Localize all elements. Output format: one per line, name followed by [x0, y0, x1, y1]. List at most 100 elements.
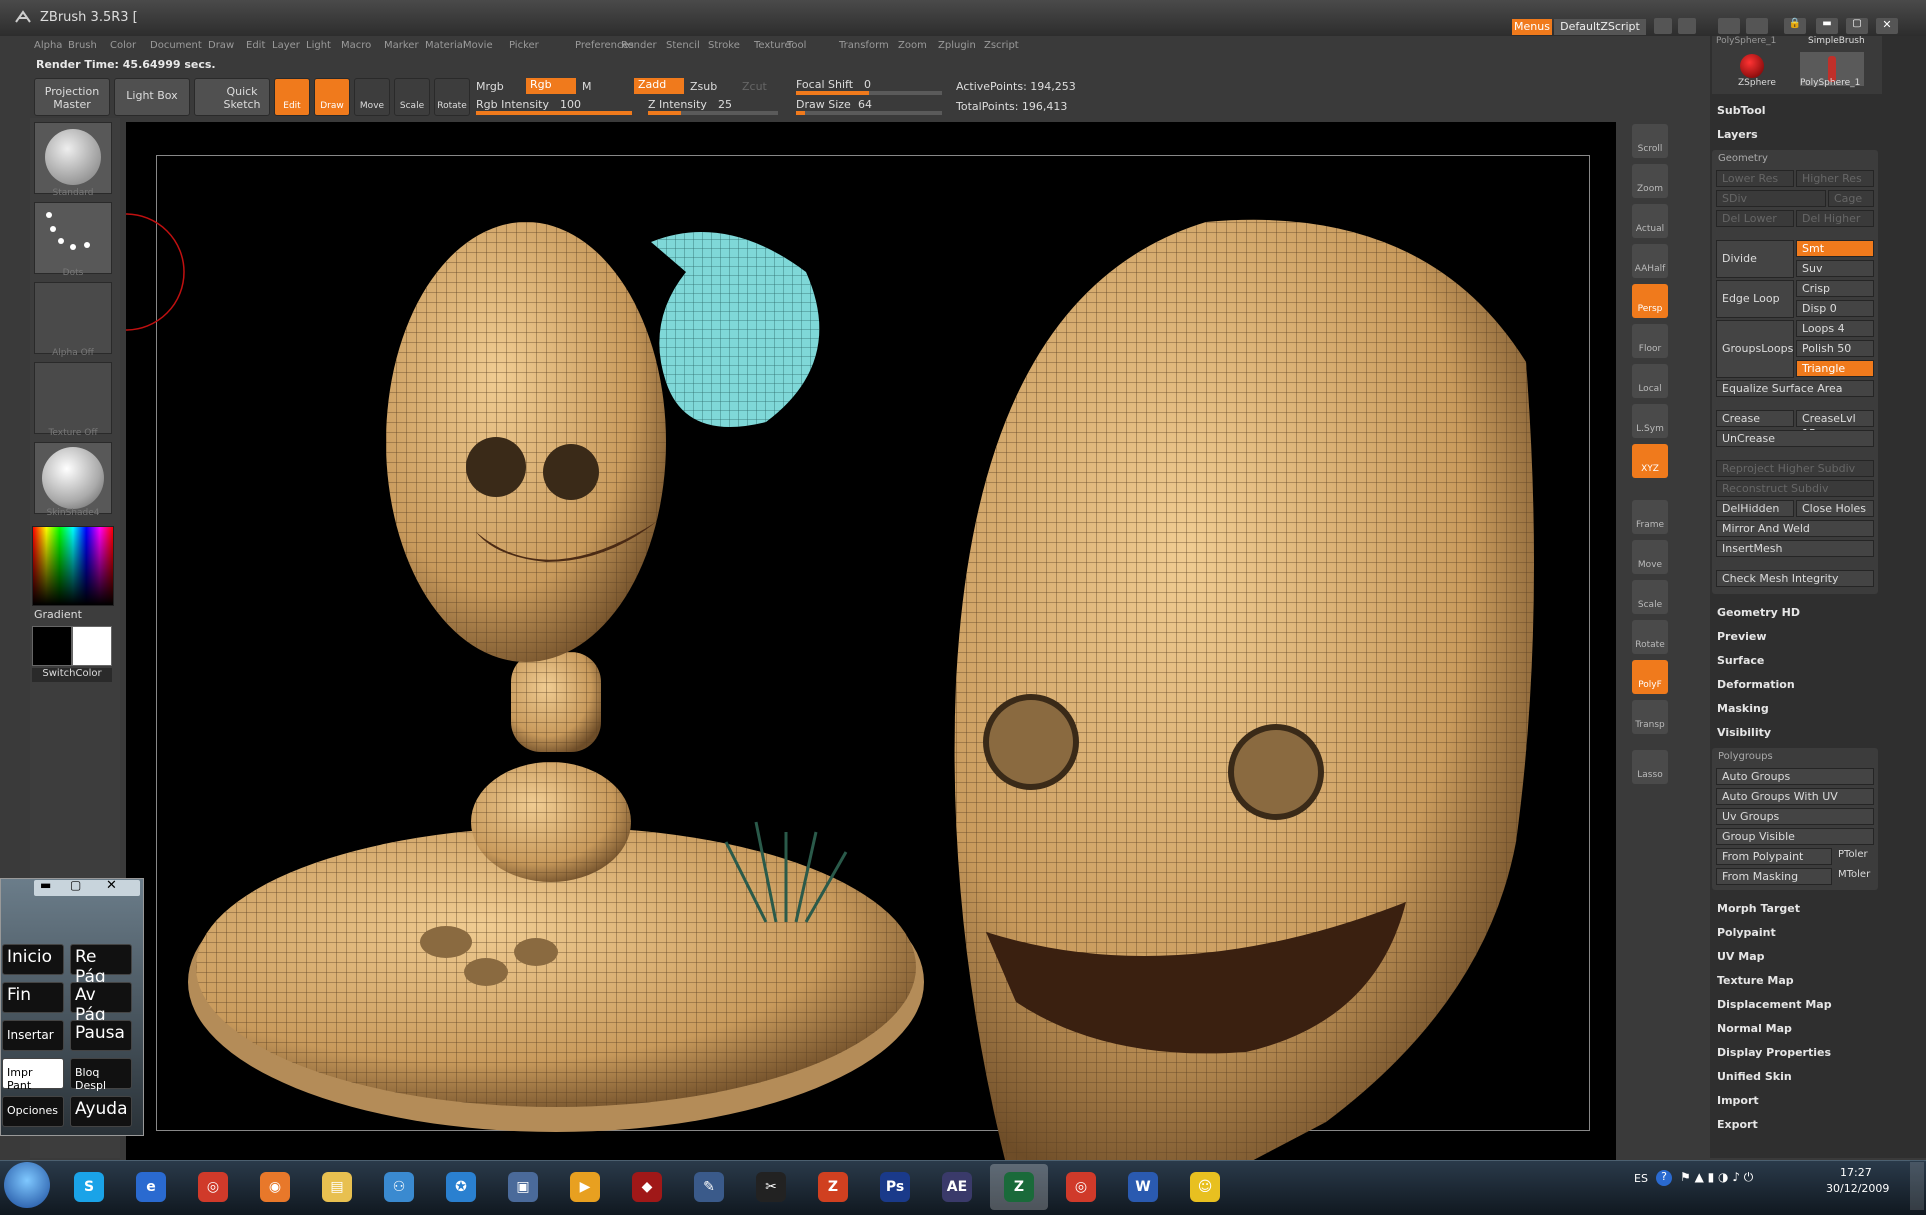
tool-thumb-label-1[interactable]: PolySphere_1 — [1716, 36, 1776, 46]
menus-button[interactable]: Menus — [1512, 19, 1552, 35]
shelf-zoom-button[interactable]: Zoom — [1632, 164, 1668, 198]
clock-time[interactable]: 17:27 — [1840, 1166, 1872, 1179]
switch-color-button[interactable]: SwitchColor — [32, 668, 112, 682]
shelf-move-button[interactable]: Move — [1632, 540, 1668, 574]
key-bloq-despl[interactable]: Bloq Despl — [70, 1058, 132, 1092]
projection-master-button[interactable]: Projection Master — [34, 78, 110, 116]
polygroups-header[interactable]: Polygroups — [1718, 751, 1773, 762]
cage-button[interactable]: Cage — [1828, 190, 1874, 207]
morph-target-section[interactable]: Morph Target — [1717, 902, 1800, 915]
taskbar-inkscape-icon[interactable]: ✎ — [680, 1164, 738, 1210]
show-desktop-button[interactable] — [1910, 1162, 1924, 1210]
taskbar-pixologic-icon[interactable]: Z — [804, 1164, 862, 1210]
layers-section[interactable]: Layers — [1717, 128, 1758, 141]
menu-picker[interactable]: Picker — [509, 40, 539, 51]
suv-toggle[interactable]: Suv — [1796, 260, 1874, 277]
crease-button[interactable]: Crease — [1716, 410, 1794, 427]
color-picker[interactable] — [32, 526, 114, 606]
shelf-aahalf-button[interactable]: AAHalf — [1632, 244, 1668, 278]
layout-icon[interactable] — [1654, 18, 1672, 34]
menu-movie[interactable]: Movie — [463, 40, 493, 51]
shelf-l-sym-button[interactable]: L.Sym — [1632, 404, 1668, 438]
ptoler-slider[interactable]: PToler — [1838, 849, 1868, 860]
move-button[interactable]: Move — [354, 78, 390, 116]
menu-stencil[interactable]: Stencil — [666, 40, 700, 51]
taskbar-chrome2-icon[interactable]: ◎ — [1052, 1164, 1110, 1210]
taskbar-after-effects-icon[interactable]: AE — [928, 1164, 986, 1210]
secondary-color-swatch[interactable] — [72, 626, 112, 666]
disp-slider[interactable]: Disp 0 — [1796, 300, 1874, 317]
zsphere-icon[interactable] — [1740, 54, 1764, 78]
taskbar-skype-icon[interactable]: S — [60, 1164, 118, 1210]
polish-slider[interactable]: Polish 50 — [1796, 340, 1874, 357]
shelf-scroll-button[interactable]: Scroll — [1632, 124, 1668, 158]
minimize-icon[interactable]: ▬ — [1816, 18, 1838, 34]
menu-stroke[interactable]: Stroke — [708, 40, 740, 51]
del-hidden-button[interactable]: DelHidden — [1716, 500, 1794, 517]
shelf-local-button[interactable]: Local — [1632, 364, 1668, 398]
shelf-xyz-button[interactable]: XYZ — [1632, 444, 1668, 478]
taskbar-network-icon[interactable]: ⚇ — [370, 1164, 428, 1210]
sculpt-render[interactable] — [126, 122, 1616, 1164]
shelf-persp-button[interactable]: Persp — [1632, 284, 1668, 318]
close-holes-button[interactable]: Close Holes — [1796, 500, 1874, 517]
uncrease-button[interactable]: UnCrease — [1716, 430, 1874, 447]
from-masking-button[interactable]: From Masking — [1716, 868, 1832, 885]
uv-groups-button[interactable]: Uv Groups — [1716, 808, 1874, 825]
import-section[interactable]: Import — [1717, 1094, 1759, 1107]
lower-res-button[interactable]: Lower Res — [1716, 170, 1794, 187]
taskbar-photoshop-icon[interactable]: Ps — [866, 1164, 924, 1210]
key-av-pag[interactable]: Av Pág — [70, 982, 132, 1025]
draw-size-slider[interactable] — [796, 111, 942, 115]
smt-toggle[interactable]: Smt — [1796, 240, 1874, 257]
menu-color[interactable]: Color — [110, 40, 136, 51]
equalize-surface-area-button[interactable]: Equalize Surface Area — [1716, 380, 1874, 397]
normal-map-section[interactable]: Normal Map — [1717, 1022, 1792, 1035]
taskbar-internet-explorer-icon[interactable]: e — [122, 1164, 180, 1210]
tool-thumb-label-4[interactable]: PolySphere_1 — [1800, 78, 1860, 88]
taskbar-vegas-icon[interactable]: ✂ — [742, 1164, 800, 1210]
gradient-label[interactable]: Gradient — [34, 608, 82, 621]
texture-map-section[interactable]: Texture Map — [1717, 974, 1794, 987]
key-re-pag[interactable]: Re Pág — [70, 944, 132, 987]
shelf-transp-button[interactable]: Transp — [1632, 700, 1668, 734]
taskbar-remote-icon[interactable]: ▣ — [494, 1164, 552, 1210]
key-impr-pant[interactable]: Impr Pant — [2, 1058, 64, 1092]
restore-ui-icon[interactable] — [1746, 18, 1768, 34]
menu-macro[interactable]: Macro — [341, 40, 371, 51]
layout-icon-2[interactable] — [1678, 18, 1696, 34]
rotate-button[interactable]: Rotate — [434, 78, 470, 116]
menu-document[interactable]: Document — [150, 40, 202, 51]
shelf-rotate-button[interactable]: Rotate — [1632, 620, 1668, 654]
tray-icons[interactable]: ⚑ ▲ ▮ ◑ ♪ ⏻ — [1680, 1170, 1753, 1185]
close-icon[interactable]: ✕ — [1876, 18, 1898, 34]
del-higher-button[interactable]: Del Higher — [1796, 210, 1874, 227]
from-polypaint-button[interactable]: From Polypaint — [1716, 848, 1832, 865]
texture-thumbnail[interactable] — [34, 362, 112, 434]
zsub-button[interactable]: Zsub — [690, 80, 717, 93]
shelf-floor-button[interactable]: Floor — [1632, 324, 1668, 358]
menu-zplugin[interactable]: Zplugin — [938, 40, 976, 51]
menu-brush[interactable]: Brush — [68, 40, 97, 51]
geometry-hd-section[interactable]: Geometry HD — [1717, 606, 1800, 619]
key-opciones[interactable]: Opciones — [2, 1096, 64, 1127]
menu-edit[interactable]: Edit — [246, 40, 265, 51]
focal-shift-slider[interactable] — [796, 91, 942, 95]
auto-groups-with-uv-button[interactable]: Auto Groups With UV — [1716, 788, 1874, 805]
key-fin[interactable]: Fin — [2, 982, 64, 1013]
preview-section[interactable]: Preview — [1717, 630, 1767, 643]
key-pausa[interactable]: Pausa — [70, 1020, 132, 1051]
polypaint-section[interactable]: Polypaint — [1717, 926, 1776, 939]
main-color-swatch[interactable] — [32, 626, 72, 666]
reproject-higher-subdiv-button[interactable]: Reproject Higher Subdiv — [1716, 460, 1874, 477]
taskbar-zbrush-icon[interactable]: Z — [990, 1164, 1048, 1210]
shelf-actual-button[interactable]: Actual — [1632, 204, 1668, 238]
taskbar-explorer-icon[interactable]: ▤ — [308, 1164, 366, 1210]
taskbar-snagit-icon[interactable]: ◆ — [618, 1164, 676, 1210]
keyboard-maximize-icon[interactable]: ▢ — [70, 878, 81, 892]
menu-zoom[interactable]: Zoom — [898, 40, 927, 51]
taskbar-safari-icon[interactable]: ✪ — [432, 1164, 490, 1210]
zadd-button[interactable]: Zadd — [634, 78, 684, 94]
mirror-and-weld-button[interactable]: Mirror And Weld — [1716, 520, 1874, 537]
deformation-section[interactable]: Deformation — [1717, 678, 1795, 691]
